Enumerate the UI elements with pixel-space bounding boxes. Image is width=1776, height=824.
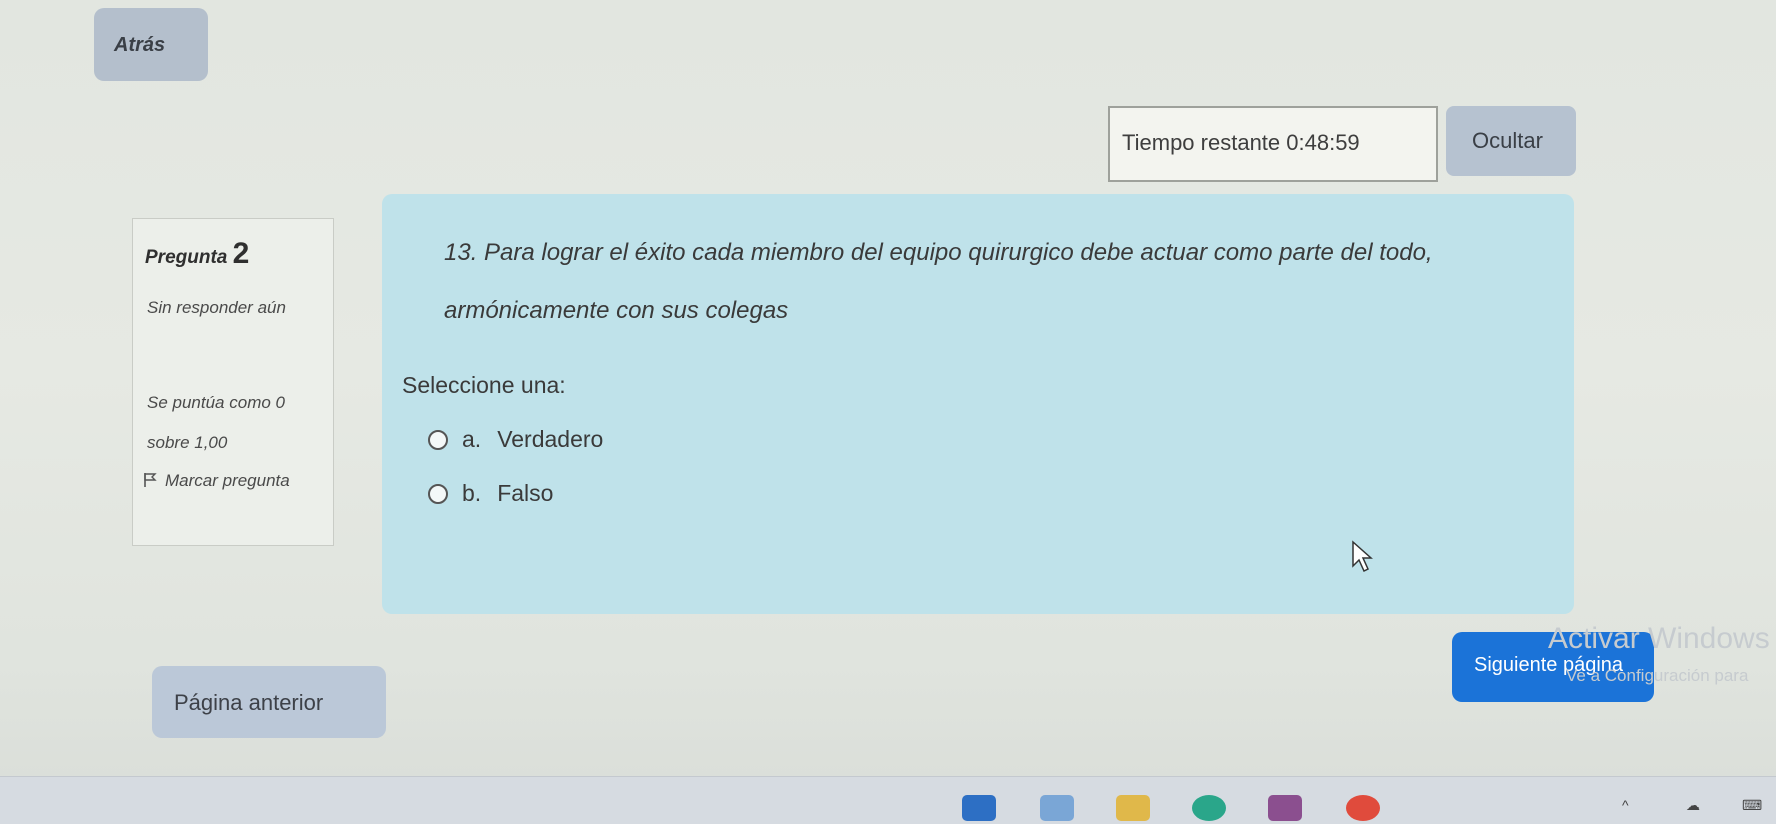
taskbar-app-icon[interactable] — [1268, 795, 1302, 821]
radio-button-a[interactable] — [428, 429, 448, 450]
question-info-panel: Pregunta 2 Sin responder aún Se puntúa c… — [132, 218, 334, 546]
option-letter: a. — [462, 426, 482, 452]
back-button[interactable]: Atrás — [94, 8, 208, 81]
answer-prompt: Seleccione una: — [402, 372, 566, 398]
flag-question-label: Marcar pregunta — [165, 471, 290, 490]
timer-display: Tiempo restante 0:48:59 — [1108, 106, 1438, 182]
question-text: 13. Para lograr el éxito cada miembro de… — [444, 239, 1433, 324]
flag-question-link[interactable]: Marcar pregunta — [143, 463, 323, 499]
question-number-heading: Pregunta 2 — [145, 237, 249, 271]
question-score: Se puntúa como 0 sobre 1,00 — [147, 393, 285, 452]
taskbar-app-icon[interactable] — [962, 795, 996, 821]
option-letter: b. — [462, 480, 482, 506]
flag-icon — [144, 473, 157, 487]
chevron-up-icon[interactable]: ^ — [1622, 797, 1629, 813]
option-label: Falso — [497, 480, 554, 506]
radio-button-b[interactable] — [428, 483, 448, 504]
question-status: Sin responder aún — [147, 298, 286, 317]
activation-watermark-title: Activar Windows — [1548, 622, 1770, 655]
answer-option-a[interactable]: a. Verdadero — [428, 426, 603, 453]
activation-watermark-subtitle: Ve a Configuración para — [1566, 666, 1749, 685]
taskbar: ^ ☁ ⌨ — [0, 776, 1776, 824]
question-content: 13. Para lograr el éxito cada miembro de… — [382, 194, 1574, 614]
question-label: Pregunta — [145, 247, 228, 268]
cloud-icon[interactable]: ☁ — [1686, 797, 1700, 814]
taskbar-app-icon[interactable] — [1040, 795, 1074, 821]
mouse-pointer-icon — [1352, 540, 1373, 573]
answer-option-b[interactable]: b. Falso — [428, 480, 553, 507]
question-number: 2 — [232, 237, 250, 270]
previous-page-button[interactable]: Página anterior — [152, 666, 386, 738]
folder-icon[interactable] — [1116, 795, 1150, 821]
keyboard-icon[interactable]: ⌨ — [1742, 797, 1762, 814]
hide-timer-button[interactable]: Ocultar — [1446, 106, 1576, 176]
browser-icon[interactable] — [1192, 795, 1226, 821]
option-label: Verdadero — [497, 426, 604, 452]
chrome-icon[interactable] — [1346, 795, 1380, 821]
